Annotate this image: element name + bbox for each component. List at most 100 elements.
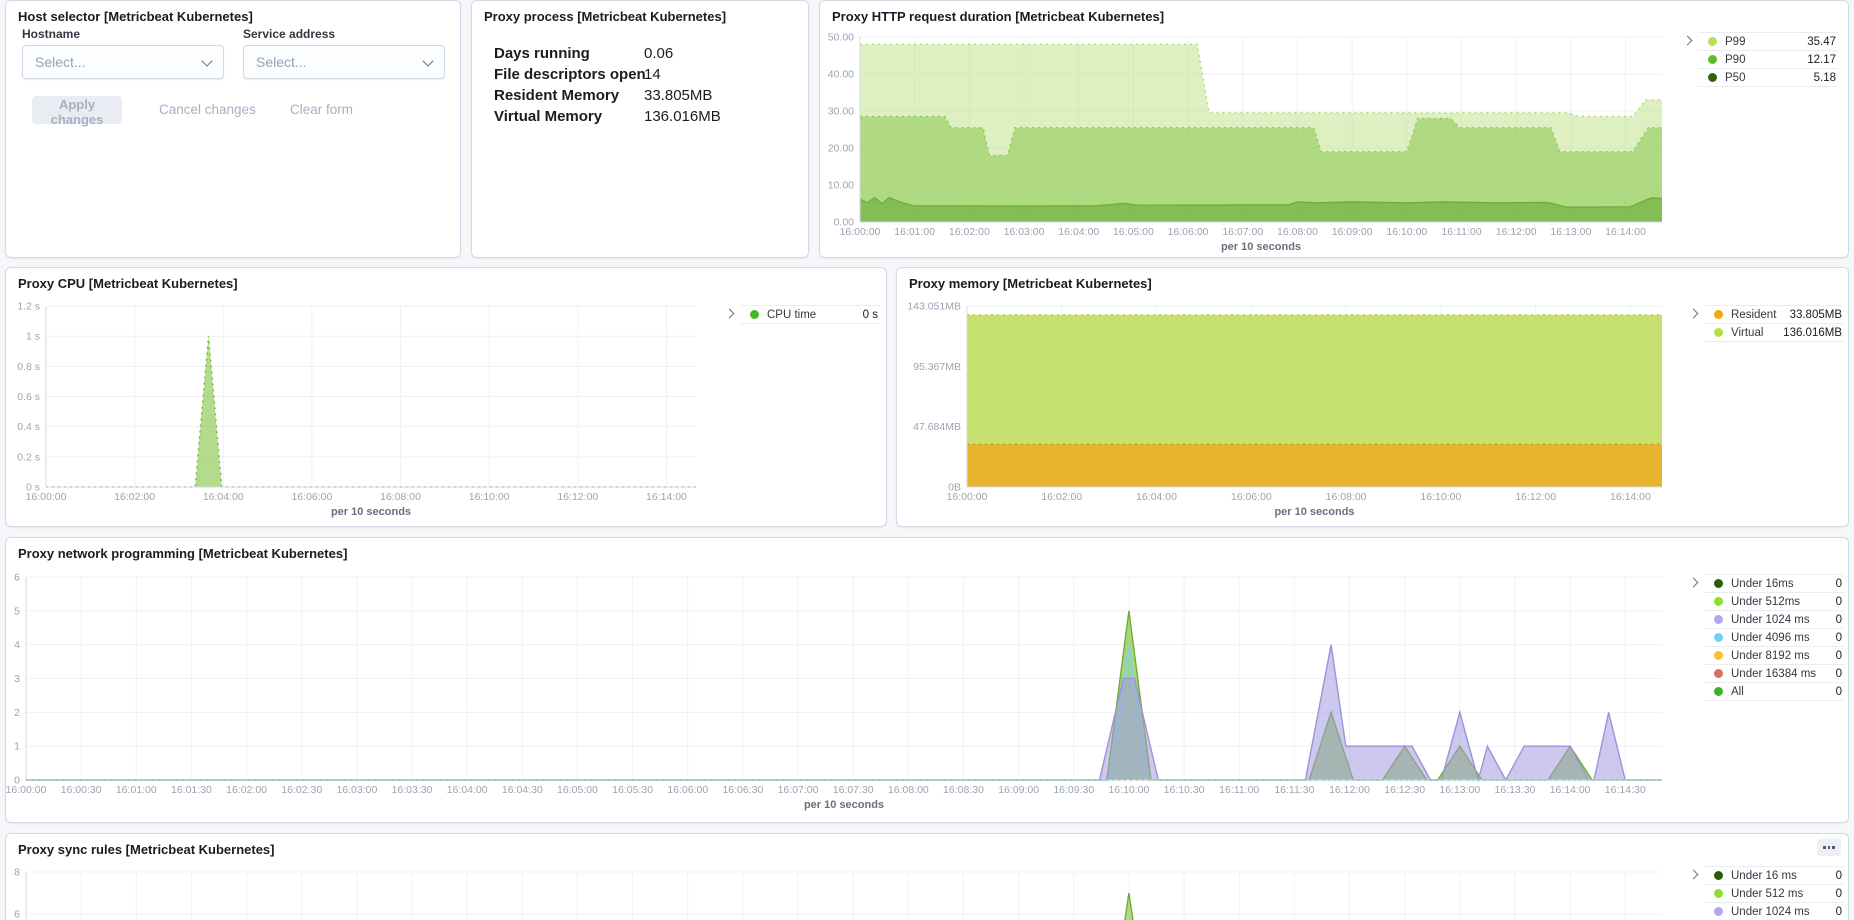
- chevron-right-icon[interactable]: [725, 309, 735, 319]
- svg-text:16:05:00: 16:05:00: [1113, 226, 1154, 238]
- svg-text:0.6 s: 0.6 s: [17, 391, 40, 403]
- chevron-down-icon: [422, 55, 433, 66]
- svg-text:16:12:00: 16:12:00: [1496, 226, 1537, 238]
- legend-item[interactable]: Under 512 ms0: [1704, 885, 1844, 903]
- panel-proxy-memory: Proxy memory [Metricbeat Kubernetes] 16:…: [896, 267, 1849, 527]
- svg-text:16:04:00: 16:04:00: [203, 491, 244, 503]
- chevron-right-icon[interactable]: [1689, 309, 1699, 319]
- svg-text:16:01:00: 16:01:00: [116, 784, 157, 796]
- legend-value: 12.17: [1807, 54, 1838, 66]
- legend-item[interactable]: Under 16384 ms 0: [1704, 665, 1844, 683]
- chevron-right-icon[interactable]: [1683, 36, 1693, 46]
- svg-text:16:10:00: 16:10:00: [469, 491, 510, 503]
- svg-text:16:12:30: 16:12:30: [1384, 784, 1425, 796]
- svg-text:0B: 0B: [948, 482, 961, 494]
- svg-text:16:04:00: 16:04:00: [447, 784, 488, 796]
- legend-item[interactable]: Under 1024 ms0: [1704, 611, 1844, 629]
- metric-value: 14: [644, 66, 661, 83]
- svg-text:per 10 seconds: per 10 seconds: [1221, 241, 1301, 253]
- series-color-dot: [1714, 871, 1723, 880]
- network-legend: Under 16ms0Under 512ms0Under 1024 ms0Und…: [1690, 574, 1844, 701]
- legend-item[interactable]: P9935.47: [1698, 32, 1838, 51]
- svg-text:16:08:00: 16:08:00: [380, 491, 421, 503]
- cancel-changes-button[interactable]: Cancel changes: [159, 102, 256, 117]
- svg-text:16:03:30: 16:03:30: [392, 784, 433, 796]
- legend-item[interactable]: Under 512ms0: [1704, 593, 1844, 611]
- legend-item[interactable]: P9012.17: [1698, 51, 1838, 69]
- series-color-dot: [1714, 907, 1723, 916]
- svg-text:40.00: 40.00: [828, 69, 854, 81]
- series-color-dot: [1714, 310, 1723, 319]
- svg-text:16:03:00: 16:03:00: [336, 784, 377, 796]
- legend-item[interactable]: Resident33.805MB: [1704, 305, 1844, 324]
- chevron-right-icon[interactable]: [1689, 578, 1699, 588]
- svg-text:16:14:00: 16:14:00: [1605, 226, 1646, 238]
- svg-text:16:05:30: 16:05:30: [612, 784, 653, 796]
- legend-label: Resident: [1731, 309, 1776, 321]
- svg-text:8: 8: [14, 867, 20, 879]
- sync-rules-chart[interactable]: 86per 10 seconds: [6, 834, 1848, 920]
- svg-text:16:10:00: 16:10:00: [1386, 226, 1427, 238]
- clear-form-button[interactable]: Clear form: [290, 102, 353, 117]
- legend-value: 0: [1836, 668, 1844, 680]
- service-address-select[interactable]: Select...: [243, 45, 445, 79]
- legend-item[interactable]: Under 8192 ms 0: [1704, 647, 1844, 665]
- service-address-label: Service address: [243, 27, 335, 41]
- apply-changes-button[interactable]: Apply changes: [32, 96, 122, 124]
- legend-value: 35.47: [1807, 36, 1838, 48]
- panel-proxy-cpu: Proxy CPU [Metricbeat Kubernetes] 16:00:…: [5, 267, 887, 527]
- http-legend: P9935.47P9012.17P505.18: [1684, 32, 1838, 87]
- series-color-dot: [1714, 328, 1723, 337]
- svg-text:16:02:30: 16:02:30: [281, 784, 322, 796]
- legend-item[interactable]: CPU time0 s: [740, 305, 880, 324]
- svg-text:16:07:30: 16:07:30: [833, 784, 874, 796]
- legend-label: Virtual: [1731, 327, 1763, 339]
- svg-text:0.8 s: 0.8 s: [17, 361, 40, 373]
- legend-item[interactable]: Under 4096 ms0: [1704, 629, 1844, 647]
- svg-text:16:06:30: 16:06:30: [722, 784, 763, 796]
- legend-item[interactable]: All0: [1704, 683, 1844, 701]
- sync-legend: Under 16 ms0Under 512 ms0Under 1024 ms0: [1690, 866, 1844, 920]
- legend-item[interactable]: Under 16ms0: [1704, 574, 1844, 593]
- svg-text:5: 5: [14, 605, 20, 617]
- legend-item[interactable]: Under 16 ms0: [1704, 866, 1844, 885]
- svg-text:6: 6: [14, 572, 20, 584]
- svg-text:16:03:00: 16:03:00: [1004, 226, 1045, 238]
- legend-label: Under 8192 ms: [1731, 650, 1810, 662]
- series-color-dot: [1714, 889, 1723, 898]
- metricbeat-kubernetes-dashboard: Host selector [Metricbeat Kubernetes] Ho…: [0, 0, 1854, 920]
- svg-text:0.00: 0.00: [834, 217, 855, 229]
- chevron-right-icon[interactable]: [1689, 870, 1699, 880]
- hostname-label: Hostname: [22, 27, 80, 41]
- legend-label: Under 16 ms: [1731, 870, 1797, 882]
- metric-label: File descriptors open: [494, 66, 644, 83]
- svg-text:50.00: 50.00: [828, 32, 854, 44]
- metric-row: Days running0.06: [494, 43, 794, 64]
- svg-text:0 s: 0 s: [26, 482, 40, 494]
- metric-label: Virtual Memory: [494, 108, 644, 125]
- legend-label: All: [1731, 686, 1744, 698]
- legend-item[interactable]: Under 1024 ms0: [1704, 903, 1844, 920]
- svg-text:16:02:00: 16:02:00: [114, 491, 155, 503]
- hostname-select[interactable]: Select...: [22, 45, 224, 79]
- svg-text:16:09:30: 16:09:30: [1053, 784, 1094, 796]
- legend-item[interactable]: Virtual136.016MB: [1704, 324, 1844, 342]
- legend-item[interactable]: P505.18: [1698, 69, 1838, 87]
- svg-text:16:12:00: 16:12:00: [1329, 784, 1370, 796]
- panel-title: Host selector [Metricbeat Kubernetes]: [18, 9, 253, 24]
- svg-text:16:04:30: 16:04:30: [502, 784, 543, 796]
- hostname-placeholder: Select...: [35, 54, 203, 70]
- memory-legend: Resident33.805MBVirtual136.016MB: [1690, 305, 1844, 342]
- legend-value: 0: [1836, 650, 1844, 662]
- panel-proxy-http-request-duration: Proxy HTTP request duration [Metricbeat …: [819, 0, 1849, 258]
- legend-value: 5.18: [1814, 72, 1838, 84]
- svg-text:16:00:30: 16:00:30: [61, 784, 102, 796]
- svg-text:16:14:00: 16:14:00: [646, 491, 687, 503]
- svg-text:4: 4: [14, 639, 20, 651]
- legend-label: Under 1024 ms: [1731, 906, 1810, 918]
- svg-text:16:14:30: 16:14:30: [1605, 784, 1646, 796]
- svg-text:6: 6: [14, 909, 20, 920]
- svg-text:16:09:00: 16:09:00: [998, 784, 1039, 796]
- legend-label: Under 16384 ms: [1731, 668, 1816, 680]
- network-programming-chart[interactable]: 16:00:0016:00:3016:01:0016:01:3016:02:00…: [6, 538, 1848, 822]
